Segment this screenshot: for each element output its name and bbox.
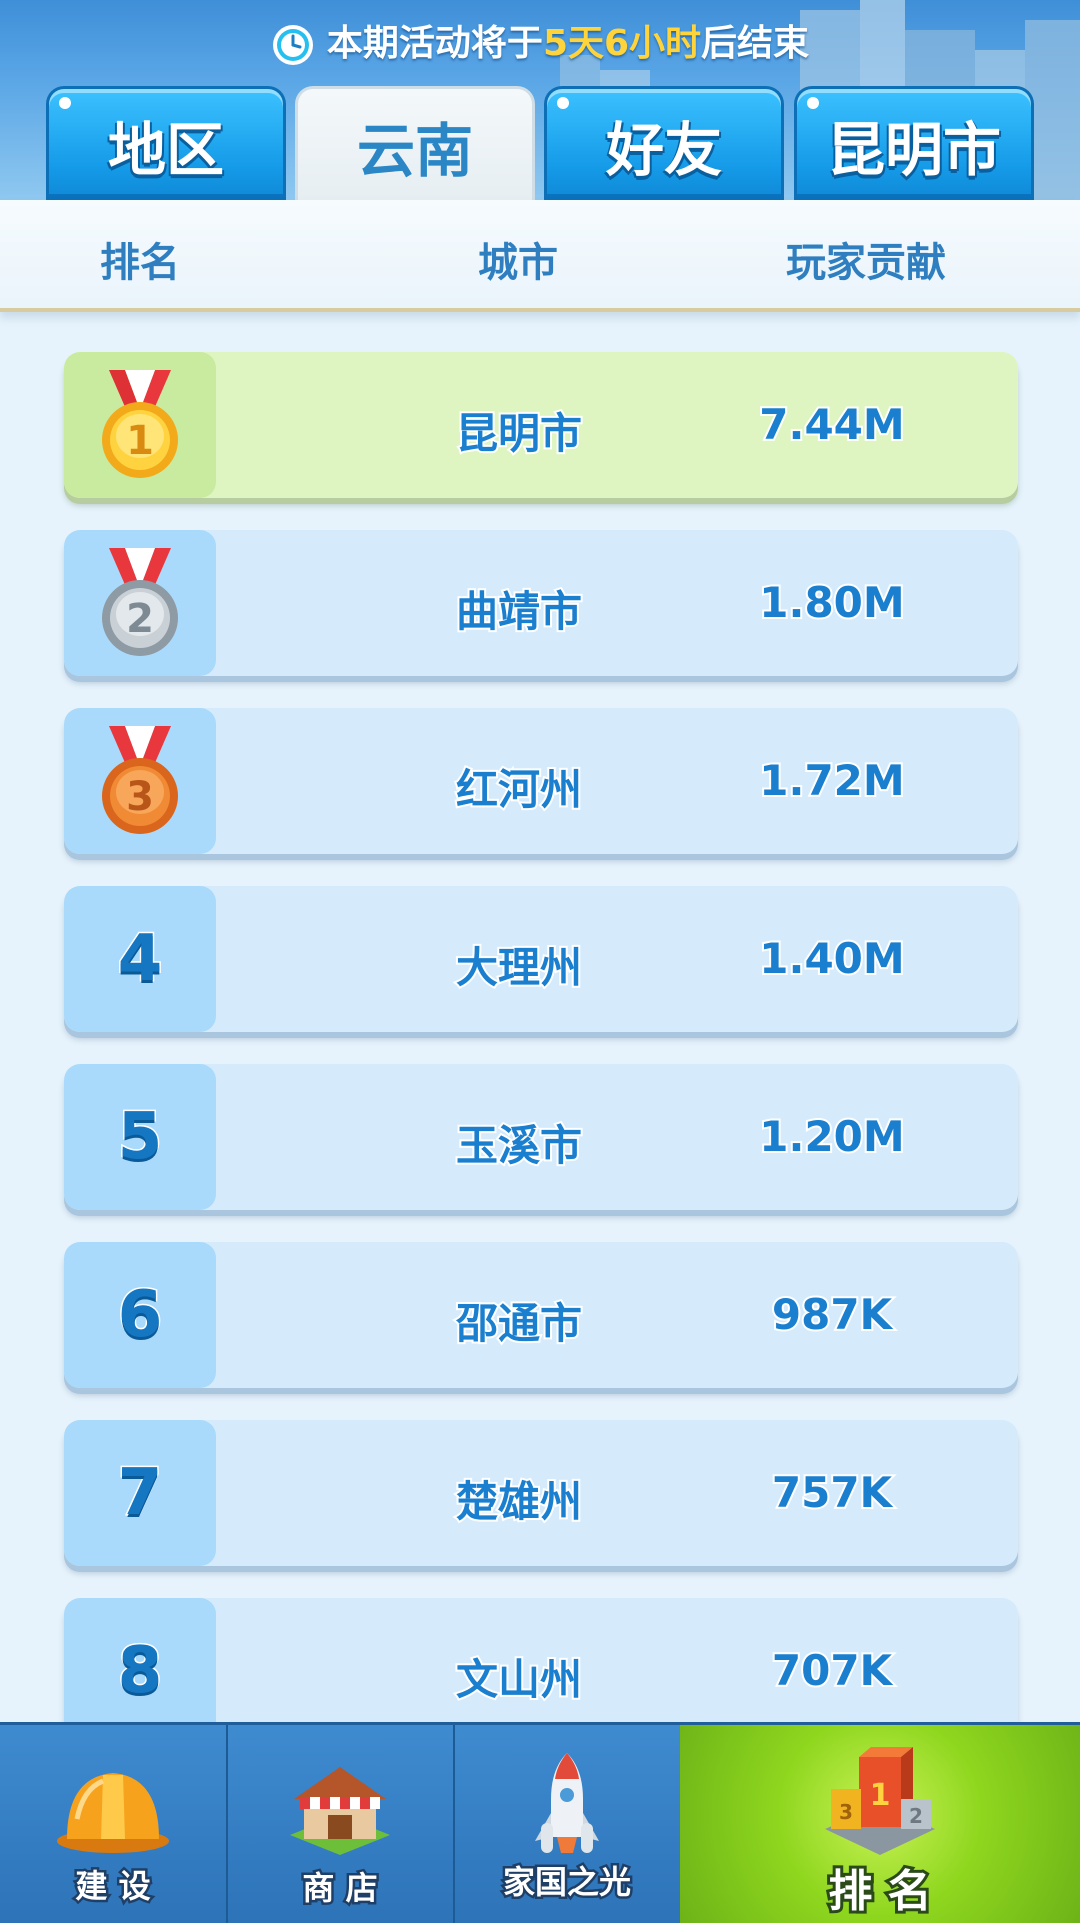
rank-number: 7 xyxy=(116,1455,164,1532)
nav-shop-label: 商 店 xyxy=(300,1867,380,1910)
ranking-row[interactable]: 5 玉溪市 1.20M xyxy=(64,1064,1018,1210)
city-name: 文山州 xyxy=(454,1653,584,1706)
ranking-row[interactable]: 6 邵通市 987K xyxy=(64,1242,1018,1388)
podium-icon: 1 3 2 xyxy=(825,1747,935,1855)
column-rank: 排名 xyxy=(100,240,180,286)
nav-ranking[interactable]: 1 3 2 排 名 xyxy=(680,1725,1080,1923)
rank-number: 4 xyxy=(116,921,164,998)
rank-cell: 7 xyxy=(64,1420,216,1566)
column-city: 城市 xyxy=(478,240,558,286)
contribution-score: 1.80M xyxy=(757,576,906,629)
nav-shop[interactable]: 商 店 xyxy=(227,1725,455,1923)
column-header-bar: 排名 城市 玩家贡献 xyxy=(0,200,1080,312)
hard-hat-icon xyxy=(57,1773,169,1853)
bottom-nav: 建 设 商 店 家国之光 1 3 2 排 名 xyxy=(0,1722,1080,1923)
svg-text:2: 2 xyxy=(909,1804,923,1828)
ranking-row[interactable]: 2 曲靖市 1.80M xyxy=(64,530,1018,676)
rocket-icon xyxy=(535,1753,599,1853)
clock-icon xyxy=(272,25,313,65)
ranking-row[interactable]: 7 楚雄州 757K xyxy=(64,1420,1018,1566)
rank-cell: 6 xyxy=(64,1242,216,1388)
rank-cell: 3 xyxy=(64,708,216,854)
rank-cell: 2 xyxy=(64,530,216,676)
contribution-score: 987K xyxy=(770,1288,894,1341)
event-timer: 本期活动将于5天6小时后结束 xyxy=(0,14,1080,67)
tab-friends[interactable]: 好友 xyxy=(544,86,784,200)
rank-cell: 5 xyxy=(64,1064,216,1210)
city-name: 楚雄州 xyxy=(454,1475,584,1528)
city-name: 邵通市 xyxy=(454,1297,584,1350)
contribution-score: 1.40M xyxy=(757,932,906,985)
nav-national-glory[interactable]: 家国之光 xyxy=(454,1725,682,1923)
city-name: 曲靖市 xyxy=(454,585,584,638)
tab-kunming[interactable]: 昆明市 xyxy=(794,86,1034,200)
city-name: 玉溪市 xyxy=(454,1119,584,1172)
city-name: 昆明市 xyxy=(454,407,584,460)
timer-prefix: 本期活动将于 xyxy=(326,23,543,64)
contribution-score: 707K xyxy=(770,1644,894,1697)
bronze-medal-icon: 3 xyxy=(102,726,178,834)
svg-text:2: 2 xyxy=(126,596,154,642)
tab-yunnan[interactable]: 云南 xyxy=(295,86,535,202)
timer-suffix: 后结束 xyxy=(701,23,810,64)
city-name: 大理州 xyxy=(454,941,584,994)
svg-text:1: 1 xyxy=(870,1778,891,1813)
tab-region[interactable]: 地区 xyxy=(46,86,286,200)
ranking-row[interactable]: 4 大理州 1.40M xyxy=(64,886,1018,1032)
shop-icon xyxy=(290,1767,390,1855)
rank-number: 5 xyxy=(116,1099,164,1176)
city-name: 红河州 xyxy=(454,763,584,816)
nav-build[interactable]: 建 设 xyxy=(0,1725,228,1923)
silver-medal-icon: 2 xyxy=(102,548,178,656)
rank-cell: 1 xyxy=(64,352,216,498)
rank-number: 6 xyxy=(116,1277,164,1354)
gold-medal-icon: 1 xyxy=(102,370,178,478)
svg-text:1: 1 xyxy=(126,418,154,464)
ranking-row[interactable]: 1 昆明市 7.44M xyxy=(64,352,1018,498)
rank-number: 8 xyxy=(116,1633,164,1710)
column-contribution: 玩家贡献 xyxy=(786,240,946,286)
nav-national-glory-label: 家国之光 xyxy=(500,1861,633,1904)
contribution-score: 7.44M xyxy=(757,398,906,451)
contribution-score: 1.72M xyxy=(757,754,906,807)
svg-text:3: 3 xyxy=(126,774,154,820)
nav-build-label: 建 设 xyxy=(73,1865,153,1908)
svg-text:3: 3 xyxy=(839,1800,853,1824)
contribution-score: 757K xyxy=(770,1466,894,1519)
ranking-row[interactable]: 3 红河州 1.72M xyxy=(64,708,1018,854)
nav-ranking-label: 排 名 xyxy=(825,1863,934,1920)
rank-cell: 4 xyxy=(64,886,216,1032)
timer-remaining: 5天6小时 xyxy=(542,23,702,64)
contribution-score: 1.20M xyxy=(757,1110,906,1163)
